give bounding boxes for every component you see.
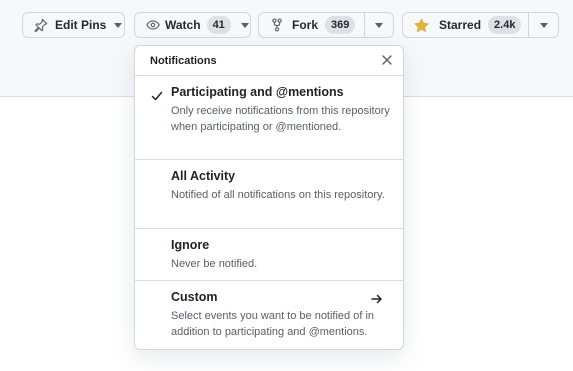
notifications-popover: Notifications Participating and @mention… (134, 45, 404, 350)
watch-button[interactable]: Watch 41 (134, 12, 251, 38)
watch-label: Watch (165, 18, 201, 32)
check-icon (151, 89, 163, 101)
option-title: Custom (171, 290, 218, 304)
fork-button[interactable]: Fork 369 (258, 12, 365, 38)
fork-dropdown-button[interactable] (364, 12, 394, 38)
triangle-down-icon (240, 22, 249, 28)
popover-title: Notifications (150, 55, 217, 67)
edit-pins-button[interactable]: Edit Pins (22, 12, 125, 38)
close-icon[interactable] (381, 54, 393, 66)
edit-pins-label: Edit Pins (55, 18, 107, 32)
option-all-activity[interactable]: All Activity Notified of all notificatio… (135, 160, 403, 229)
option-description: Only receive notifications from this rep… (171, 105, 390, 133)
option-description: Never be notified. (171, 258, 258, 270)
fork-label: Fork (292, 18, 319, 32)
popover-header: Notifications (135, 46, 403, 76)
option-title: Ignore (171, 238, 210, 252)
watch-count: 41 (206, 16, 231, 34)
fork-icon (271, 18, 283, 32)
eye-icon (146, 18, 160, 32)
triangle-down-icon (114, 22, 123, 28)
option-custom[interactable]: Custom Select events you want to be noti… (135, 281, 403, 349)
option-title: All Activity (171, 169, 236, 183)
starred-label: Starred (439, 18, 482, 32)
option-description: Select events you want to be notified of… (171, 310, 375, 338)
option-description: Notified of all notifications on this re… (171, 189, 385, 201)
starred-count: 2.4k (488, 16, 522, 34)
fork-count: 369 (325, 16, 356, 34)
starred-button[interactable]: Starred 2.4k (402, 12, 529, 38)
option-participating[interactable]: Participating and @mentions Only receive… (135, 76, 403, 160)
option-ignore[interactable]: Ignore Never be notified. (135, 229, 403, 281)
option-title: Participating and @mentions (171, 85, 344, 99)
triangle-down-icon (539, 22, 548, 28)
pin-icon (34, 18, 48, 32)
triangle-down-icon (375, 22, 383, 28)
star-icon (414, 17, 429, 33)
starred-dropdown-button[interactable] (528, 12, 559, 38)
